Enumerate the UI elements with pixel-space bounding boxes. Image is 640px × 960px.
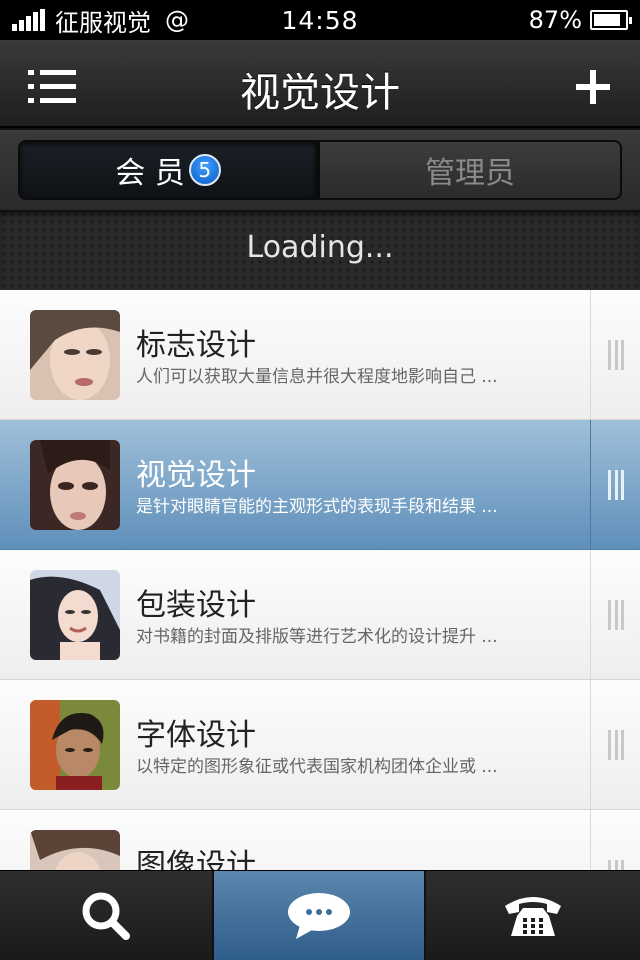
search-icon [82,892,130,940]
segmented-control: 会 员 5 管理员 [0,130,640,210]
battery-icon [590,10,632,30]
segment-members-label: 会 员 [115,156,185,191]
avatar [30,570,120,660]
item-description: 对书籍的封面及排版等进行艺术化的设计提升 ... [136,627,498,647]
item-title: 包装设计 [136,588,256,623]
status-bar: 征服视觉 @ 14:58 87% [0,0,640,40]
plus-icon[interactable] [576,70,610,104]
grip-icon [608,470,624,500]
tab-messages[interactable] [212,871,426,960]
page-title: 视觉设计 [240,70,400,116]
item-description: 以特定的图形象征或代表国家机构团体企业或 ... [136,757,498,777]
design-list: 标志设计 人们可以获取大量信息并很大程度地影响自己 ... 视觉设计 是针对眼睛… [0,290,640,870]
drag-handle[interactable] [590,290,640,420]
segment-admins-label: 管理员 [425,156,515,191]
count-badge: 5 [188,154,221,186]
drag-handle[interactable] [590,420,640,550]
drag-handle[interactable] [590,810,640,870]
grip-icon [608,340,624,370]
grip-icon [608,860,624,870]
loading-indicator: Loading... [0,210,640,290]
item-title: 视觉设计 [136,458,256,493]
list-item[interactable]: 包装设计 对书籍的封面及排版等进行艺术化的设计提升 ... [0,550,640,680]
list-item[interactable]: 字体设计 以特定的图形象征或代表国家机构团体企业或 ... [0,680,640,810]
drag-handle[interactable] [590,680,640,810]
avatar [30,440,120,530]
avatar [30,830,120,870]
segment-members[interactable]: 会 员 5 [18,140,318,200]
item-title: 字体设计 [136,718,256,753]
list-item[interactable]: 标志设计 人们可以获取大量信息并很大程度地影响自己 ... [0,290,640,420]
telephone-icon [505,897,561,936]
avatar [30,310,120,400]
item-description: 人们可以获取大量信息并很大程度地影响自己 ... [136,367,498,387]
drag-handle[interactable] [590,550,640,680]
item-title: 图像设计 [136,848,256,870]
navigation-bar: 视觉设计 [0,40,640,128]
grip-icon [608,730,624,760]
segment-admins[interactable]: 管理员 [318,140,622,200]
battery-percent: 87% [528,6,582,34]
chat-bubble-icon [288,893,350,939]
tab-bar [0,870,640,960]
item-description: 是针对眼睛官能的主观形式的表现手段和结果 ... [136,497,498,517]
avatar [30,700,120,790]
list-item[interactable]: 图像设计 [0,810,640,870]
grip-icon [608,600,624,630]
list-item[interactable]: 视觉设计 是针对眼睛官能的主观形式的表现手段和结果 ... [0,420,640,550]
tab-search[interactable] [0,871,212,960]
item-title: 标志设计 [136,328,256,363]
tab-phone[interactable] [426,871,640,960]
battery-indicator: 87% [528,6,632,34]
